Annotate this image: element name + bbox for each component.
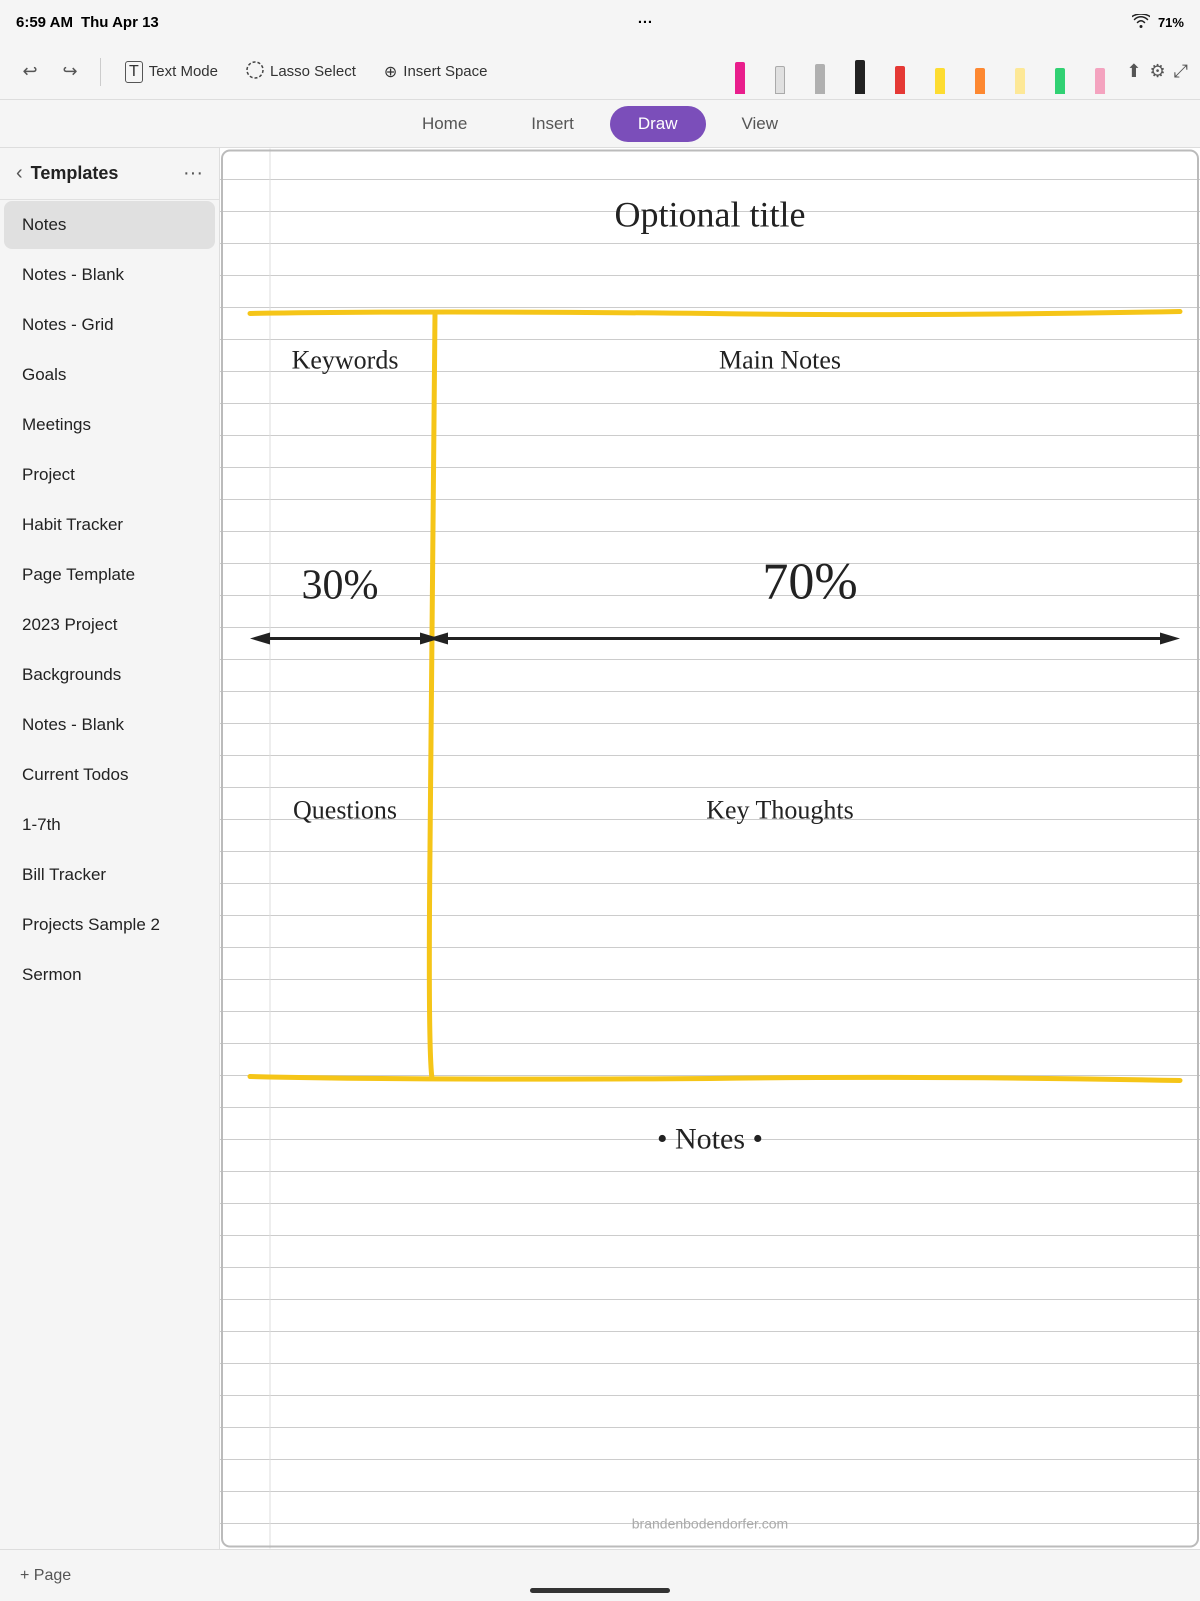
sidebar-item-notes-blank-2[interactable]: Notes - Blank [4,701,215,749]
page-canvas: Optional title Keywords Main Notes 30% [220,148,1200,1549]
notebook-page: Optional title Keywords Main Notes 30% [220,148,1200,1549]
pen-tools: ⬆ ⚙ ⤢ [722,50,1188,94]
sidebar-item-habit-tracker[interactable]: Habit Tracker [4,501,215,549]
sidebar-item-page-template[interactable]: Page Template [4,551,215,599]
sidebar: ‹ Templates ··· Notes Notes - Blank Note… [0,148,220,1549]
share-button[interactable]: ⬆ [1126,61,1141,82]
pen-red[interactable] [882,50,918,94]
lasso-select-button[interactable]: Lasso Select [234,55,368,89]
sidebar-item-goals[interactable]: Goals [4,351,215,399]
main-notes-label: Main Notes [719,346,841,375]
ellipsis: ··· [638,14,653,31]
tab-home[interactable]: Home [394,106,495,142]
add-page-label: + Page [20,1567,71,1585]
percent-70-label: 70% [762,554,857,611]
sidebar-title: Templates [31,163,119,184]
text-mode-icon: T [125,61,143,83]
sidebar-item-1-7th[interactable]: 1-7th [4,801,215,849]
sidebar-item-2023-project[interactable]: 2023 Project [4,601,215,649]
keywords-label: Keywords [292,346,399,375]
time-display: 6:59 AM [16,14,73,31]
footer-text: brandenbodendorfer.com [632,1516,788,1532]
date-display: Thu Apr 13 [81,14,159,31]
insert-space-button[interactable]: ⊕ Insert Space [372,56,500,88]
nav-tabs: Home Insert Draw View [0,100,1200,148]
sidebar-back-button[interactable]: ‹ [16,162,23,185]
page-title-text: Optional title [615,195,806,235]
highlighter-yellow2[interactable] [1002,50,1038,94]
status-center: ··· [638,14,653,31]
sidebar-item-notes[interactable]: Notes [4,201,215,249]
sidebar-more-button[interactable]: ··· [183,162,203,185]
tab-insert[interactable]: Insert [503,106,602,142]
sidebar-item-current-todos[interactable]: Current Todos [4,751,215,799]
key-thoughts-label: Key Thoughts [706,796,854,825]
toolbar-divider-1 [100,58,101,86]
status-right: 71% [1132,14,1184,31]
tab-view[interactable]: View [714,106,807,142]
sidebar-item-notes-blank-1[interactable]: Notes - Blank [4,251,215,299]
sidebar-header: ‹ Templates ··· [0,148,219,200]
bottom-bar: + Page [0,1549,1200,1601]
toolbar: ↩ ↪ T Text Mode Lasso Select ⊕ Insert Sp… [0,44,1200,100]
notes-section-label: • Notes • [657,1123,763,1156]
wifi-icon [1132,14,1150,31]
settings-button[interactable]: ⚙ [1149,61,1165,82]
battery-display: 71% [1158,15,1184,30]
highlighter-green[interactable] [1042,50,1078,94]
sidebar-item-bill-tracker[interactable]: Bill Tracker [4,851,215,899]
sidebar-item-sermon[interactable]: Sermon [4,951,215,999]
highlighter-yellow[interactable] [922,50,958,94]
status-bar: 6:59 AM Thu Apr 13 ··· 71% [0,0,1200,44]
insert-space-icon: ⊕ [384,62,397,82]
sidebar-item-project[interactable]: Project [4,451,215,499]
sidebar-item-notes-grid[interactable]: Notes - Grid [4,301,215,349]
sidebar-item-backgrounds[interactable]: Backgrounds [4,651,215,699]
sidebar-item-meetings[interactable]: Meetings [4,401,215,449]
highlighter-pink[interactable] [1082,50,1118,94]
main-layout: ‹ Templates ··· Notes Notes - Blank Note… [0,148,1200,1549]
pen-dark[interactable] [842,50,878,94]
questions-label: Questions [293,796,397,825]
text-mode-button[interactable]: T Text Mode [113,55,230,89]
add-page-button[interactable]: + Page [20,1567,71,1585]
highlighter-orange[interactable] [962,50,998,94]
pen-pink[interactable] [722,50,758,94]
undo-button[interactable]: ↩ [12,54,48,90]
toolbar-action-buttons: ⬆ ⚙ ⤢ [1126,61,1188,82]
expand-button[interactable]: ⤢ [1174,61,1188,82]
lasso-select-label: Lasso Select [270,63,356,80]
sidebar-header-left: ‹ Templates [16,162,118,185]
home-indicator [530,1588,670,1593]
lasso-icon [246,61,264,83]
sidebar-item-projects-sample-2[interactable]: Projects Sample 2 [4,901,215,949]
status-left: 6:59 AM Thu Apr 13 [16,14,159,31]
pen-white[interactable] [762,50,798,94]
text-mode-label: Text Mode [149,63,218,80]
insert-space-label: Insert Space [403,63,487,80]
redo-button[interactable]: ↪ [52,54,88,90]
percent-30-label: 30% [302,563,379,609]
tab-draw[interactable]: Draw [610,106,706,142]
canvas-area[interactable]: Optional title Keywords Main Notes 30% [220,148,1200,1549]
toolbar-left: ↩ ↪ T Text Mode Lasso Select ⊕ Insert Sp… [12,54,500,90]
pen-gray[interactable] [802,50,838,94]
